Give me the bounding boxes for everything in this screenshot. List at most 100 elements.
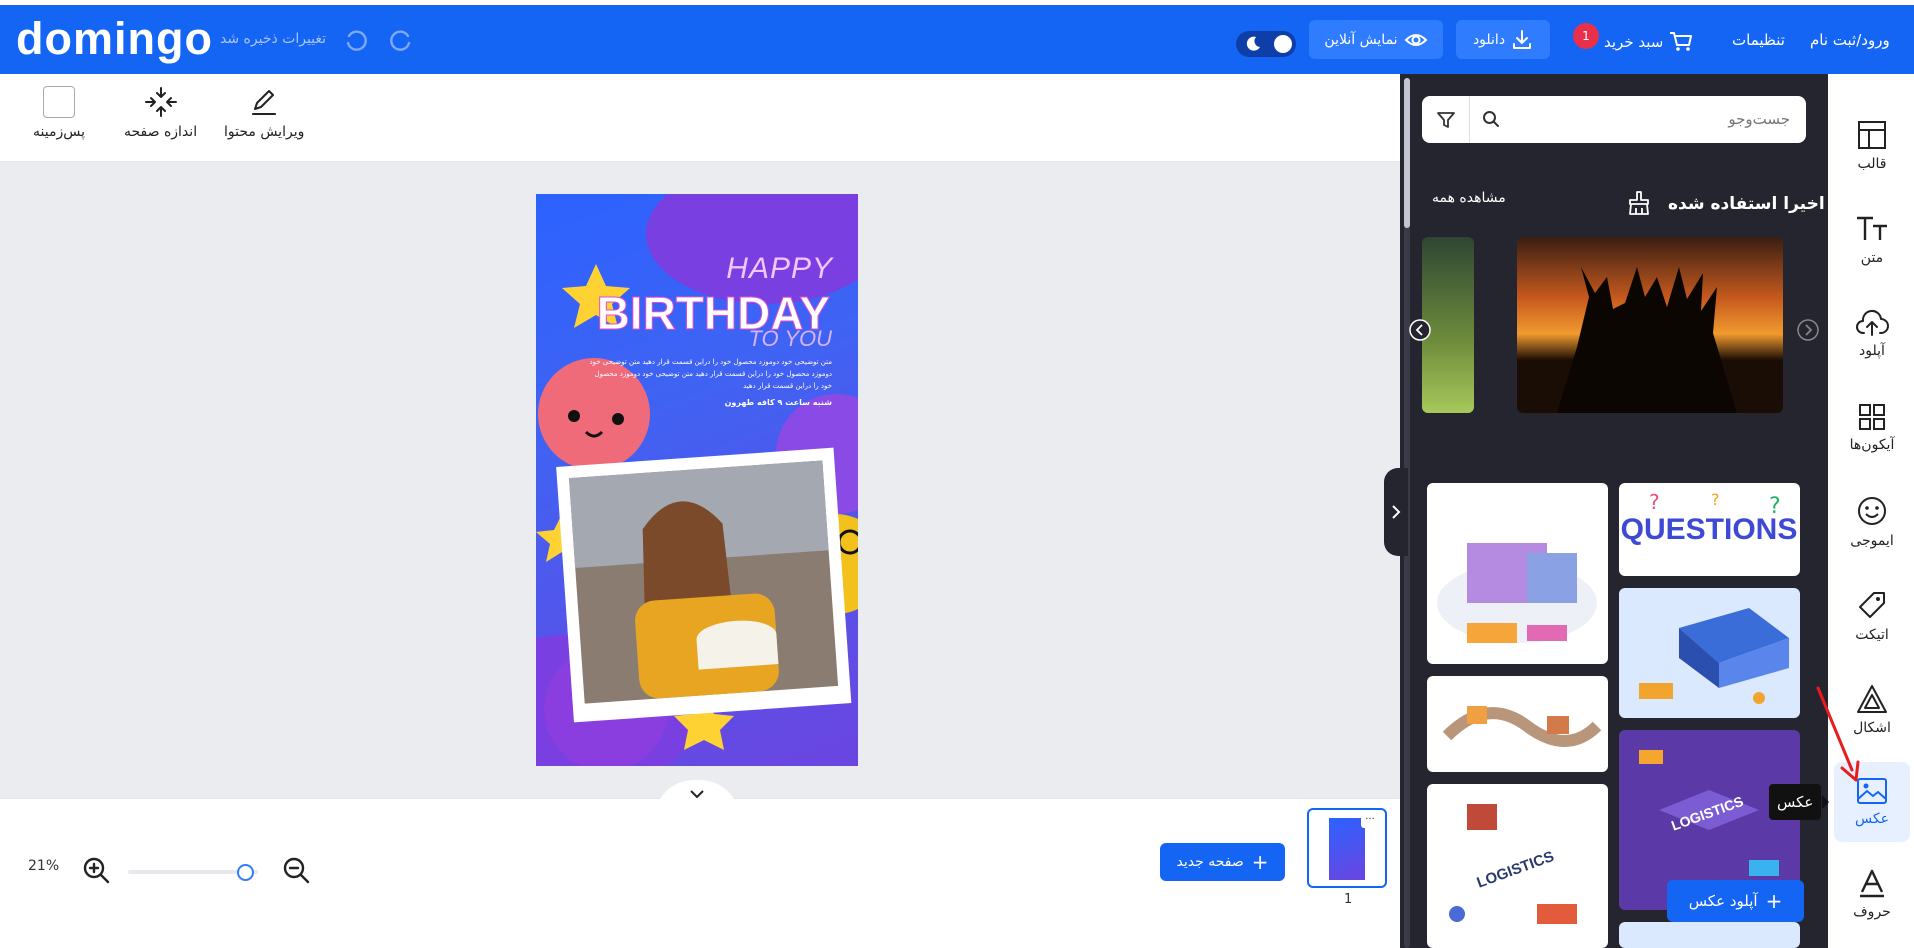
page-size-label: اندازه صفحه bbox=[124, 124, 198, 140]
happy-text: HAPPY bbox=[726, 252, 833, 285]
download-label: دانلود bbox=[1472, 31, 1506, 48]
date-text: شنبه ساعت ۹ کافه طهرون bbox=[724, 398, 832, 407]
search-icon[interactable] bbox=[1482, 110, 1500, 132]
rail-item-emoji[interactable]: ایموجی bbox=[1834, 482, 1910, 562]
zoom-slider-handle[interactable] bbox=[236, 864, 254, 881]
letters-icon bbox=[1860, 869, 1884, 898]
carousel-next-icon[interactable] bbox=[1796, 318, 1820, 346]
gallery-photo-partial[interactable] bbox=[1619, 922, 1800, 948]
page-size-tool[interactable]: اندازه صفحه bbox=[124, 86, 197, 140]
description-text: متن توضیحی خود دوموزد محصول خود را دراین… bbox=[572, 356, 832, 392]
new-page-label: صفحه جدید bbox=[1176, 854, 1244, 870]
search-box bbox=[1422, 96, 1806, 143]
logo[interactable]: domingo bbox=[16, 13, 213, 65]
upload-photo-button[interactable]: + آپلود عکس bbox=[1667, 880, 1804, 922]
design-card[interactable]: HAPPY BIRTHDAY TO YOU متن توضیحی خود دوم… bbox=[536, 194, 858, 766]
redo-icon[interactable] bbox=[386, 25, 416, 55]
cloud-upload-icon bbox=[1856, 310, 1889, 336]
rail-item-letters[interactable]: حروف bbox=[1834, 854, 1910, 934]
rail-item-label: آپلود bbox=[1859, 343, 1885, 359]
rail-item-label: آیکون‌ها bbox=[1849, 437, 1895, 453]
carousel-prev-icon[interactable] bbox=[1408, 318, 1432, 346]
background-label: پس‌زمینه bbox=[33, 124, 85, 140]
scrollbar-thumb[interactable] bbox=[1404, 78, 1410, 228]
moon-icon bbox=[1246, 36, 1260, 51]
emoji-icon bbox=[1858, 497, 1886, 525]
svg-text:?: ? bbox=[1769, 494, 1781, 519]
description-line: دوموزد محصول خود را دراین قسمت قرار دهید… bbox=[594, 370, 832, 378]
cart-link[interactable]: سبد خرید bbox=[1604, 31, 1693, 53]
top-bar: domingo تغییرات ذخیره شد نمایش آنلاین دا… bbox=[0, 5, 1914, 74]
svg-text:LOGISTICS: LOGISTICS bbox=[1475, 848, 1557, 892]
eye-icon bbox=[1404, 33, 1427, 46]
recent-title: اخیرا استفاده شده bbox=[1668, 194, 1825, 214]
page-thumbnail[interactable]: ··· bbox=[1307, 808, 1387, 888]
edit-content-tool[interactable]: ویرایش محتوا bbox=[224, 86, 304, 140]
resize-icon bbox=[144, 87, 177, 117]
chevron-right-icon bbox=[1392, 505, 1401, 519]
rail-tooltip: عکس bbox=[1769, 784, 1830, 820]
pencil-icon bbox=[252, 90, 277, 115]
tag-icon bbox=[1859, 592, 1885, 618]
to-you-text: TO YOU bbox=[748, 326, 832, 351]
template-icon bbox=[1858, 121, 1886, 149]
rail-item-text[interactable]: متن bbox=[1834, 200, 1910, 280]
collapse-panel-button[interactable] bbox=[1384, 468, 1408, 556]
plus-icon: + bbox=[1765, 889, 1783, 913]
preview-button[interactable]: نمایش آنلاین bbox=[1309, 20, 1443, 59]
download-button[interactable]: دانلود bbox=[1456, 20, 1550, 59]
rail-item-template[interactable]: قالب bbox=[1834, 106, 1910, 186]
rail-item-label: قالب bbox=[1857, 156, 1887, 172]
gallery-photo-road-map[interactable] bbox=[1427, 676, 1608, 772]
background-swatch bbox=[42, 86, 75, 118]
zoom-out-icon[interactable] bbox=[282, 856, 310, 888]
rail-item-label: عکس bbox=[1855, 811, 1889, 827]
broom-icon[interactable] bbox=[1626, 190, 1652, 220]
canvas-area: HAPPY BIRTHDAY TO YOU متن توضیحی خود دوم… bbox=[0, 162, 1400, 798]
gallery-photo-logistics-blue[interactable] bbox=[1619, 588, 1800, 718]
download-icon bbox=[1513, 29, 1532, 49]
upload-photo-label: آپلود عکس bbox=[1688, 892, 1758, 910]
filter-icon[interactable] bbox=[1422, 96, 1470, 143]
settings-link[interactable]: تنظیمات bbox=[1732, 31, 1785, 49]
save-status: تغییرات ذخیره شد bbox=[220, 31, 327, 47]
cart-count-badge: 1 bbox=[1573, 23, 1599, 49]
see-all-link[interactable]: مشاهده همه bbox=[1432, 190, 1506, 206]
grid-icon bbox=[1859, 404, 1885, 430]
rail-item-label: ایموجی bbox=[1850, 533, 1894, 549]
rail-item-label: متن bbox=[1860, 250, 1884, 266]
svg-text:?: ? bbox=[1711, 490, 1720, 509]
recent-photo-silhouette[interactable] bbox=[1517, 237, 1783, 413]
chevron-down-icon bbox=[690, 790, 704, 799]
undo-icon[interactable] bbox=[341, 25, 371, 55]
search-input[interactable] bbox=[1540, 106, 1790, 132]
background-tool[interactable]: پس‌زمینه bbox=[33, 86, 85, 140]
rail-item-upload[interactable]: آپلود bbox=[1834, 294, 1910, 374]
rail-item-label: اتیکت bbox=[1855, 627, 1889, 643]
editor-toolbar: پس‌زمینه اندازه صفحه ویرایش محتوا bbox=[0, 74, 1400, 162]
description-line: متن توضیحی خود دوموزد محصول خود را دراین… bbox=[589, 358, 832, 366]
gallery-photo-warehouse[interactable] bbox=[1427, 483, 1608, 664]
login-link[interactable]: ورود/ثبت نام bbox=[1810, 31, 1890, 49]
more-options-icon[interactable]: ··· bbox=[1361, 815, 1379, 828]
page-thumbnail-preview bbox=[1329, 818, 1365, 880]
zoom-percent: 21% bbox=[28, 858, 60, 874]
cart-label: سبد خرید bbox=[1604, 33, 1664, 51]
toggle-knob bbox=[1274, 35, 1292, 53]
rail-item-sticker[interactable]: اتیکت bbox=[1834, 576, 1910, 656]
svg-text:?: ? bbox=[1649, 490, 1660, 514]
gallery-photo-questions[interactable]: QUESTIONS ? ? ? bbox=[1619, 483, 1800, 576]
annotation-arrow-icon bbox=[1816, 686, 1860, 782]
theme-toggle[interactable] bbox=[1236, 31, 1296, 57]
description-line: خود را دراین قسمت قرار دهید bbox=[743, 382, 832, 390]
new-page-button[interactable]: صفحه جدید + bbox=[1160, 843, 1285, 881]
preview-label: نمایش آنلاین bbox=[1324, 31, 1398, 48]
plus-icon: + bbox=[1251, 850, 1269, 874]
cart-icon bbox=[1670, 32, 1693, 51]
gallery-photo-logistics-line[interactable]: LOGISTICS bbox=[1427, 784, 1608, 948]
rail-item-icons[interactable]: آیکون‌ها bbox=[1834, 388, 1910, 468]
rail-item-label: حروف bbox=[1853, 904, 1891, 920]
edit-content-label: ویرایش محتوا bbox=[224, 124, 305, 140]
text-icon bbox=[1857, 216, 1887, 240]
zoom-in-icon[interactable] bbox=[82, 856, 110, 888]
